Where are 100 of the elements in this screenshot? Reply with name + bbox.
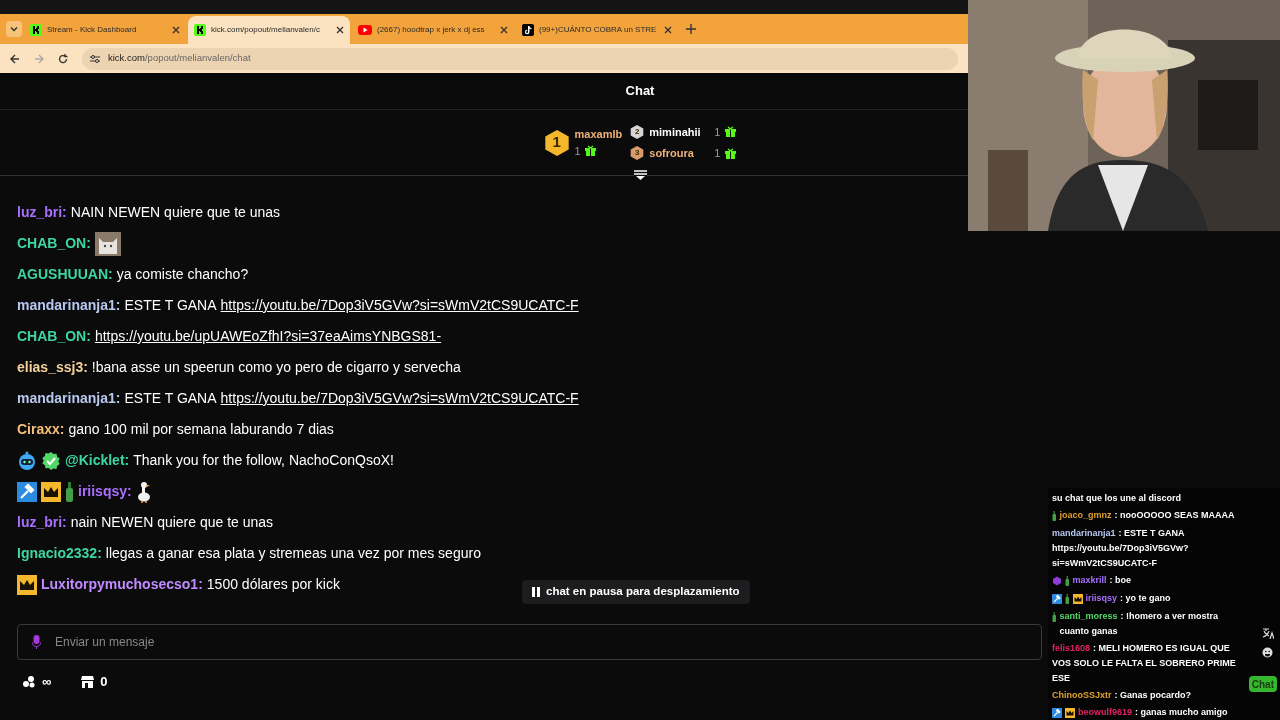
overlay-message: santi_moress : !homero a ver mostra cuanto ganas [1059,610,1220,638]
crown-icon [41,481,61,502]
overlay-message: felis1608 : MELI HOMERO ES IGUAL QUE VOS SOLO LE FALTA EL SOBRERO PRIME ESE [1052,642,1237,685]
crown-icon [1065,708,1075,718]
back-icon[interactable] [10,53,20,64]
reload-icon[interactable] [58,53,68,64]
points-icon [23,675,36,688]
browser-tab[interactable]: Stream - Kick Dashboard [24,16,186,44]
microphone-icon [32,635,41,649]
new-tab-icon[interactable] [686,24,696,34]
store-count: 0 [100,673,108,691]
rank-badge: 2 [630,124,645,139]
url-text: kick.com/popout/melianvalen/chat [108,51,251,66]
tab-title: kick.com/popout/melianvalen/c [211,24,321,36]
play-logo-icon [358,25,372,35]
chat-username[interactable]: Ignacio2332: [17,543,102,564]
chat-username[interactable]: mandarinanja1: [17,388,121,409]
chat-link[interactable]: https://youtu.be/7Dop3iV5GVw?si=sWmV2tCS9UCATC-F [220,388,579,409]
points-count: ∞ [42,673,52,691]
chat-message: Thank you for the follow, NachoConQsoX! [133,451,394,470]
chevron-down-icon [10,25,18,33]
paused-notice-text: chat en pausa para desplazamiento [546,584,740,600]
chat-message: ya comiste chancho? [116,265,249,284]
gift-icon [725,126,737,138]
kick-logo-icon [194,24,206,36]
gift-count: 1 [574,143,581,159]
browser-tab[interactable]: (2667) hoodtrap x jerk x dj ess [352,16,514,44]
overlay-message: maxkrill : boe [1072,574,1132,587]
note-logo-icon [522,24,534,36]
bottle-icon [1052,511,1057,521]
tab-title: (99+)CUÁNTO COBRA un STRE [539,24,658,36]
chat-message: ESTE T GANA [124,296,217,315]
chat-message: gano 100 mil por semana laburando 7 dias [68,420,334,439]
chat-title: Chat [625,82,655,101]
chat-message: !bana asse un speerun como yo pero de cigarro y servecha [91,358,461,377]
verified-icon [41,450,61,471]
store-icon[interactable] [81,675,95,688]
collapse-icon[interactable] [634,170,647,181]
crown-icon [17,574,37,595]
bottle-icon [65,481,74,502]
leaderboard-user[interactable]: sofroura [649,145,710,162]
tab-title: Stream - Kick Dashboard [47,24,138,36]
gift-icon [584,145,596,157]
url-field[interactable]: kick.com/popout/melianvalen/chat [82,47,958,70]
rank-badge: 3 [630,146,645,161]
chat-message: llegas a ganar esa plata y stremeas una vez por mes seguro [105,544,481,563]
chat-username[interactable]: Luxitorpymuchosecso1: [41,574,203,595]
bottle-icon [1065,576,1070,586]
chat-username[interactable]: iriisqsy: [78,481,132,502]
chat-username[interactable]: elias_ssj3: [17,357,88,378]
close-icon[interactable] [172,26,180,34]
gift-icon [725,147,737,159]
crown-icon [1072,594,1083,604]
chat-username[interactable]: CHAB_ON: [17,326,91,347]
message-field[interactable]: Enviar un mensaje [55,633,655,651]
chat-message: NAIN NEWEN quiere que te unas [70,203,281,222]
browser-tab[interactable]: (99+)CUÁNTO COBRA un STRE [516,16,678,44]
emoji-icon[interactable] [1262,647,1273,658]
hammer-icon [1052,594,1062,604]
overlay-message: joaco_gmnz : nooOOOOO SEAS MAAAA [1059,509,1235,522]
site-settings-icon [90,53,100,64]
hammer-icon [1052,708,1062,718]
chat-username[interactable]: luz_bri: [17,512,67,533]
rank-badge: 1 [543,129,570,156]
chat-link[interactable]: https://youtu.be/7Dop3iV5GVw?si=sWmV2tCS9UCATC-F [220,295,579,316]
close-icon[interactable] [664,26,672,34]
overlay-message: mandarinanja1 : ESTE T GANA https://youtu.be/7Dop3iV5GVw?si=sWmV2tCS9UCATC-F [1052,527,1190,570]
leaderboard-user[interactable]: maxamlb [574,126,623,143]
bottle-icon [1065,594,1070,604]
gift-count: 1 [714,124,721,140]
message-input[interactable]: Enviar un mensaje [17,624,1042,660]
gem-icon [1052,576,1062,586]
paused-notice[interactable]: chat en pausa para desplazamiento [522,580,750,604]
chat-username[interactable]: mandarinanja1: [17,295,121,316]
kick-logo-icon [30,24,42,36]
chat-username[interactable]: Ciraxx: [17,419,65,440]
overlay-message: su chat que los une al discord [1052,492,1182,505]
close-icon[interactable] [336,26,344,34]
tab-list-button[interactable] [6,21,22,37]
gift-count: 1 [714,146,721,161]
overlay-message: beowulf9619 : ganas mucho amigo [1078,706,1228,719]
chat-button[interactable]: Chat [1248,676,1277,692]
chat-username[interactable]: luz_bri: [17,202,67,223]
bottle-icon [1052,612,1057,622]
chat-link[interactable]: https://youtu.be/upUAWEoZfhI?si=37eaAimsYNBGS81- [94,326,442,347]
chat-username[interactable]: CHAB_ON: [17,233,91,254]
chat-message: 1500 dólares por kick [206,575,340,594]
close-icon[interactable] [500,26,508,34]
goose-emote-icon [135,480,152,503]
hammer-icon [17,481,37,502]
overlay-message: ChinooSSJxtr : Ganas pocardo? [1052,689,1192,702]
chat-username[interactable]: AGUSHUUAN: [17,264,113,285]
chat-message: ESTE T GANA [124,389,217,408]
chat-username[interactable]: @Kicklet: [65,450,130,471]
cat-emote-icon [94,231,121,256]
leaderboard-user[interactable]: miminahii [649,123,710,140]
robot-icon [17,450,37,471]
pause-icon [532,587,540,597]
translate-icon[interactable] [1262,628,1274,639]
browser-tab[interactable]: kick.com/popout/melianvalen/c [188,16,350,44]
